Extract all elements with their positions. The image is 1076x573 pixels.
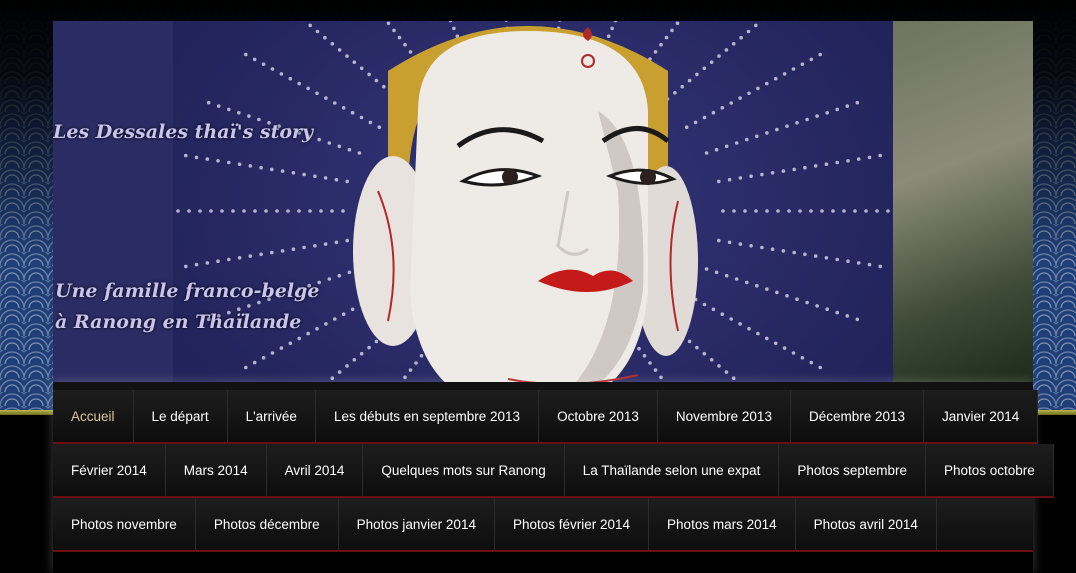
nav-item-larrivee[interactable]: L'arrivée bbox=[227, 390, 316, 444]
nav-item-accueil[interactable]: Accueil bbox=[53, 390, 134, 444]
nav-item-thailande-selon-expat[interactable]: La Thaïlande selon une expat bbox=[564, 444, 780, 498]
nav-item-fevrier-2014[interactable]: Février 2014 bbox=[53, 444, 166, 498]
nav-row-filler bbox=[936, 498, 1033, 552]
nav-item-photos-mars-2014[interactable]: Photos mars 2014 bbox=[649, 498, 796, 552]
nav-item-janvier-2014[interactable]: Janvier 2014 bbox=[924, 390, 1039, 444]
site-title[interactable]: Les Dessales thaï's story bbox=[53, 121, 313, 143]
nav-row-1: Accueil Le départ L'arrivée Les débuts e… bbox=[53, 390, 1039, 444]
nav-item-photos-janvier-2014[interactable]: Photos janvier 2014 bbox=[338, 498, 495, 552]
nav-row-3: Photos novembre Photos décembre Photos j… bbox=[53, 498, 1033, 552]
site-tagline: Une famille franco-belge à Ranong en Tha… bbox=[55, 276, 319, 338]
nav-item-novembre-2013[interactable]: Novembre 2013 bbox=[657, 390, 791, 444]
nav-item-le-depart[interactable]: Le départ bbox=[133, 390, 228, 444]
nav-item-mars-2014[interactable]: Mars 2014 bbox=[165, 444, 267, 498]
nav-item-photos-octobre[interactable]: Photos octobre bbox=[925, 444, 1054, 498]
nav-item-quelques-mots-ranong[interactable]: Quelques mots sur Ranong bbox=[363, 444, 565, 498]
nav-item-octobre-2013[interactable]: Octobre 2013 bbox=[539, 390, 658, 444]
nav-item-photos-septembre[interactable]: Photos septembre bbox=[779, 444, 926, 498]
nav-row-2: Février 2014 Mars 2014 Avril 2014 Quelqu… bbox=[53, 444, 1054, 498]
nav-item-decembre-2013[interactable]: Décembre 2013 bbox=[790, 390, 925, 444]
main-navigation: Accueil Le départ L'arrivée Les débuts e… bbox=[53, 382, 1054, 573]
nav-item-photos-avril-2014[interactable]: Photos avril 2014 bbox=[795, 498, 937, 552]
nav-item-photos-decembre[interactable]: Photos décembre bbox=[195, 498, 339, 552]
header-banner: Les Dessales thaï's story Une famille fr… bbox=[53, 21, 1033, 383]
background-wall bbox=[893, 21, 1033, 383]
nav-bottom-strip bbox=[53, 552, 1033, 573]
tagline-line-1: Une famille franco-belge bbox=[55, 280, 320, 302]
nav-item-photos-fevrier-2014[interactable]: Photos février 2014 bbox=[494, 498, 650, 552]
buddha-face-image bbox=[353, 26, 698, 383]
tagline-line-2: à Ranong en Thaïlande bbox=[55, 311, 302, 333]
nav-item-avril-2014[interactable]: Avril 2014 bbox=[266, 444, 364, 498]
nav-item-debuts-septembre-2013[interactable]: Les débuts en septembre 2013 bbox=[315, 390, 540, 444]
nav-item-photos-novembre[interactable]: Photos novembre bbox=[53, 498, 196, 552]
